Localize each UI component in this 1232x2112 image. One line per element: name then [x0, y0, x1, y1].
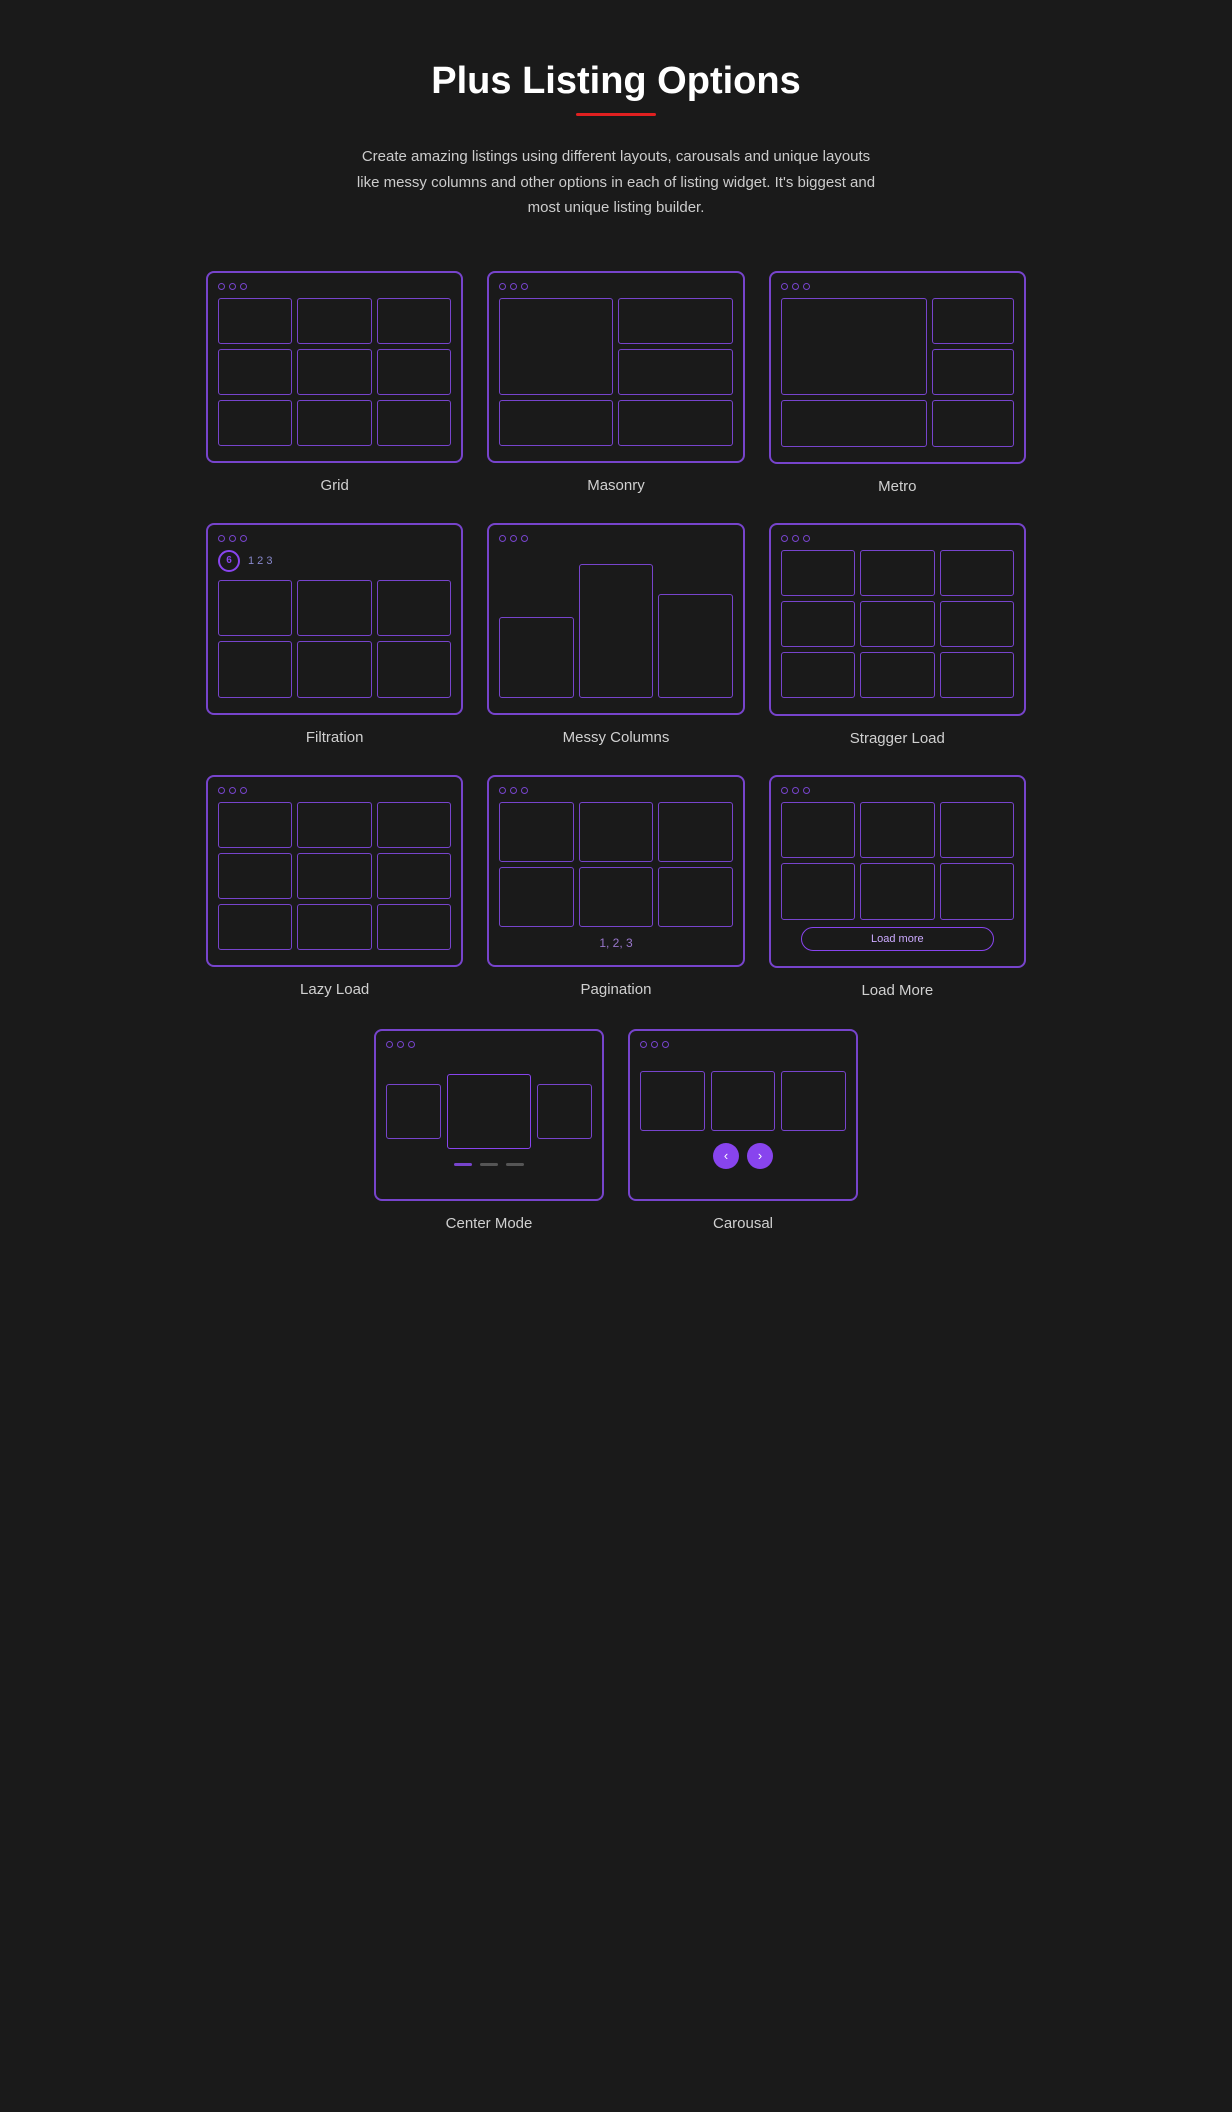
card-stragger-label: Stragger Load — [850, 730, 945, 747]
carousal-cell-2 — [711, 1071, 776, 1131]
prev-arrow-button[interactable]: ‹ — [713, 1143, 739, 1169]
cards-grid: Grid Masonry — [206, 271, 1026, 999]
mockup-grid — [206, 271, 463, 464]
card-centermode: Center Mode — [374, 1029, 604, 1233]
next-arrow-button[interactable]: › — [747, 1143, 773, 1169]
mockup-pagination: 1, 2, 3 — [487, 775, 744, 968]
card-stragger: Stragger Load — [769, 523, 1026, 747]
carousal-navigation: ‹ › — [640, 1143, 846, 1169]
page-title: Plus Listing Options — [431, 60, 800, 103]
bottom-cards-row: Center Mode ‹ › — [206, 1029, 1026, 1233]
card-carousal-label: Carousal — [713, 1215, 773, 1232]
mockup-loadmore: Load more — [769, 775, 1026, 968]
carousal-cell-3 — [781, 1071, 846, 1131]
mockup-messy — [487, 523, 744, 716]
card-filtration: 6 1 2 3 Filtration — [206, 523, 463, 747]
pagination-nums: 1, 2, 3 — [499, 932, 732, 950]
card-pagination: 1, 2, 3 Pagination — [487, 775, 744, 999]
center-nav-dots — [386, 1163, 592, 1166]
card-messy: Messy Columns — [487, 523, 744, 747]
card-masonry: Masonry — [487, 271, 744, 495]
card-pagination-label: Pagination — [581, 981, 652, 998]
page-description: Create amazing listings using different … — [356, 144, 876, 221]
card-grid-label: Grid — [320, 477, 348, 494]
title-underline — [576, 113, 656, 116]
card-filtration-label: Filtration — [306, 729, 364, 746]
card-lazyload-label: Lazy Load — [300, 981, 369, 998]
mockup-stragger — [769, 523, 1026, 716]
page-wrapper: Plus Listing Options Create amazing list… — [206, 60, 1026, 1232]
mockup-filtration: 6 1 2 3 — [206, 523, 463, 716]
mockup-metro — [769, 271, 1026, 464]
filter-circle: 6 — [218, 550, 240, 572]
card-centermode-label: Center Mode — [446, 1215, 533, 1232]
center-cell-main — [447, 1074, 532, 1149]
card-grid: Grid — [206, 271, 463, 495]
mockup-masonry — [487, 271, 744, 464]
card-carousal: ‹ › Carousal — [628, 1029, 858, 1233]
mockup-carousal: ‹ › — [628, 1029, 858, 1202]
mockup-centermode — [374, 1029, 604, 1202]
center-cell-left — [386, 1084, 441, 1139]
card-lazyload: Lazy Load — [206, 775, 463, 999]
carousal-cell-1 — [640, 1071, 705, 1131]
filter-nums: 1 2 3 — [248, 555, 272, 567]
card-metro-label: Metro — [878, 478, 916, 495]
card-metro: Metro — [769, 271, 1026, 495]
card-loadmore: Load more Load More — [769, 775, 1026, 999]
card-messy-label: Messy Columns — [563, 729, 670, 746]
load-more-button[interactable]: Load more — [801, 927, 994, 951]
card-loadmore-label: Load More — [861, 982, 933, 999]
card-masonry-label: Masonry — [587, 477, 645, 494]
mockup-lazyload — [206, 775, 463, 968]
center-cell-right — [537, 1084, 592, 1139]
